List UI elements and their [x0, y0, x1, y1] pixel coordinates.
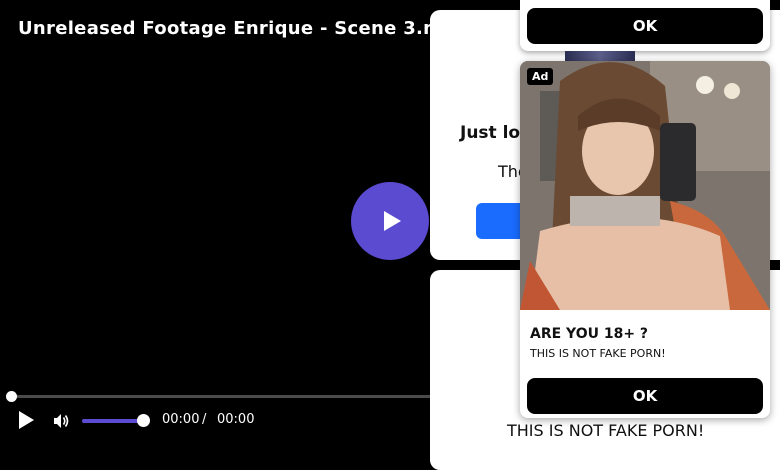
ad-image[interactable]: Ad: [520, 61, 770, 310]
control-bar: 00:00 / 00:00: [0, 406, 430, 436]
current-time: 00:00: [162, 412, 200, 427]
duration: 00:00: [217, 412, 255, 427]
video-title: Unreleased Footage Enrique - Scene 3.mp4: [18, 18, 469, 39]
progress-handle[interactable]: [6, 391, 17, 402]
card-footer-text: THIS IS NOT FAKE PORN!: [507, 421, 705, 440]
ad-top-panel: OK: [520, 0, 770, 51]
volume-button[interactable]: [52, 412, 70, 430]
time-separator: /: [202, 412, 207, 427]
ad-thumbnail: [565, 51, 635, 61]
play-button[interactable]: [16, 410, 36, 430]
ad-card[interactable]: Ad ARE YOU 18+ ? THIS IS NOT FAKE PORN! …: [520, 61, 770, 418]
big-play-button[interactable]: [351, 182, 429, 260]
ad-ok-button[interactable]: OK: [527, 378, 763, 414]
ad-body: THIS IS NOT FAKE PORN!: [530, 347, 666, 360]
volume-handle[interactable]: [137, 414, 150, 427]
ad-badge: Ad: [527, 68, 554, 85]
play-icon: [384, 211, 401, 231]
volume-icon: [54, 414, 69, 428]
ad-photo: [520, 61, 770, 310]
ad-headline: ARE YOU 18+ ?: [530, 326, 649, 342]
ad-top-ok-button[interactable]: OK: [527, 8, 763, 44]
play-icon: [19, 411, 34, 429]
